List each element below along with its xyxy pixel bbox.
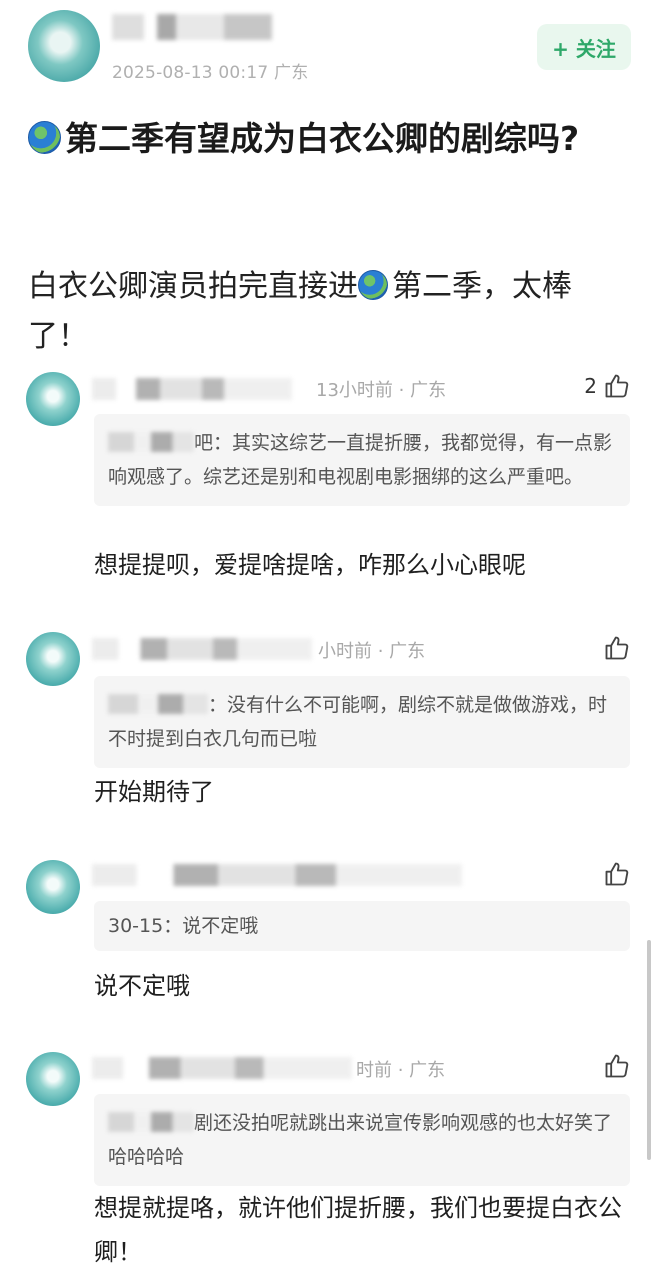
comment-time: 时前 · 广东 xyxy=(356,1060,446,1081)
like-button[interactable] xyxy=(603,634,631,662)
scrollbar[interactable] xyxy=(647,940,651,1160)
like-count: 2 xyxy=(584,374,597,398)
post-title-text: 第二季有望成为白衣公卿的剧综吗? xyxy=(65,119,580,158)
quoted-user-blurred xyxy=(108,432,194,452)
quoted-comment[interactable]: 吧：其实这综艺一直提折腰，我都觉得，有一点影响观感了。综艺还是别和电视剧电影捆绑… xyxy=(94,414,630,506)
author-name-blurred[interactable] xyxy=(112,14,272,40)
thumbs-up-icon xyxy=(605,374,629,398)
like-button[interactable] xyxy=(603,860,631,888)
quoted-comment[interactable]: ：没有什么不可能啊，剧综不就是做做游戏，时不时提到白衣几句而已啦 xyxy=(94,676,630,768)
comment-time: 13小时前 · 广东 xyxy=(316,380,447,401)
like-button[interactable]: 2 xyxy=(584,372,631,400)
thumbs-up-icon xyxy=(605,862,629,886)
globe-emoji-icon xyxy=(358,270,388,300)
commenter-name-blurred[interactable] xyxy=(92,378,292,400)
commenter-avatar[interactable] xyxy=(26,1052,80,1106)
commenter-name-blurred[interactable] xyxy=(92,638,312,660)
post-title: 第二季有望成为白衣公卿的剧综吗? xyxy=(28,116,638,162)
thumbs-up-icon xyxy=(605,636,629,660)
post-meta: 2025-08-13 00:17 广东 xyxy=(112,63,309,83)
like-button[interactable] xyxy=(603,1052,631,1080)
globe-emoji-icon xyxy=(28,121,61,154)
commenter-avatar[interactable] xyxy=(26,632,80,686)
quoted-comment[interactable]: 剧还没拍呢就跳出来说宣传影响观感的也太好笑了哈哈哈哈 xyxy=(94,1094,630,1186)
quoted-user-blurred xyxy=(108,1112,194,1132)
post-body: 白衣公卿演员拍完直接进 第二季，太棒了！ xyxy=(28,262,628,362)
author-avatar[interactable] xyxy=(28,10,100,82)
post-header: 2025-08-13 00:17 广东 + 关注 xyxy=(0,0,657,90)
comment-text: 想提提呗，爱提啥提啥，咋那么小心眼呢 xyxy=(94,551,526,579)
quoted-label: ： xyxy=(208,694,228,716)
comment-text: 说不定哦 xyxy=(94,972,190,1000)
thumbs-up-icon xyxy=(605,1054,629,1078)
commenter-name-blurred[interactable] xyxy=(92,1057,352,1079)
quoted-label: 吧： xyxy=(194,432,233,454)
commenter-avatar[interactable] xyxy=(26,372,80,426)
commenter-name-blurred[interactable] xyxy=(92,864,462,886)
quoted-text: 说不定哦 xyxy=(182,915,259,937)
quoted-label: 30-15： xyxy=(108,915,183,937)
quoted-user-blurred xyxy=(108,694,208,714)
follow-button[interactable]: + 关注 xyxy=(537,24,631,70)
comment-text: 想提就提咯，就许他们提折腰，我们也要提白衣公卿！ xyxy=(94,1194,622,1266)
commenter-avatar[interactable] xyxy=(26,860,80,914)
comment-time: 小时前 · 广东 xyxy=(318,641,426,662)
comment-text: 开始期待了 xyxy=(94,778,214,806)
post-body-text-1: 白衣公卿演员拍完直接进 xyxy=(28,269,358,304)
quoted-comment[interactable]: 30-15：说不定哦 xyxy=(94,901,630,951)
